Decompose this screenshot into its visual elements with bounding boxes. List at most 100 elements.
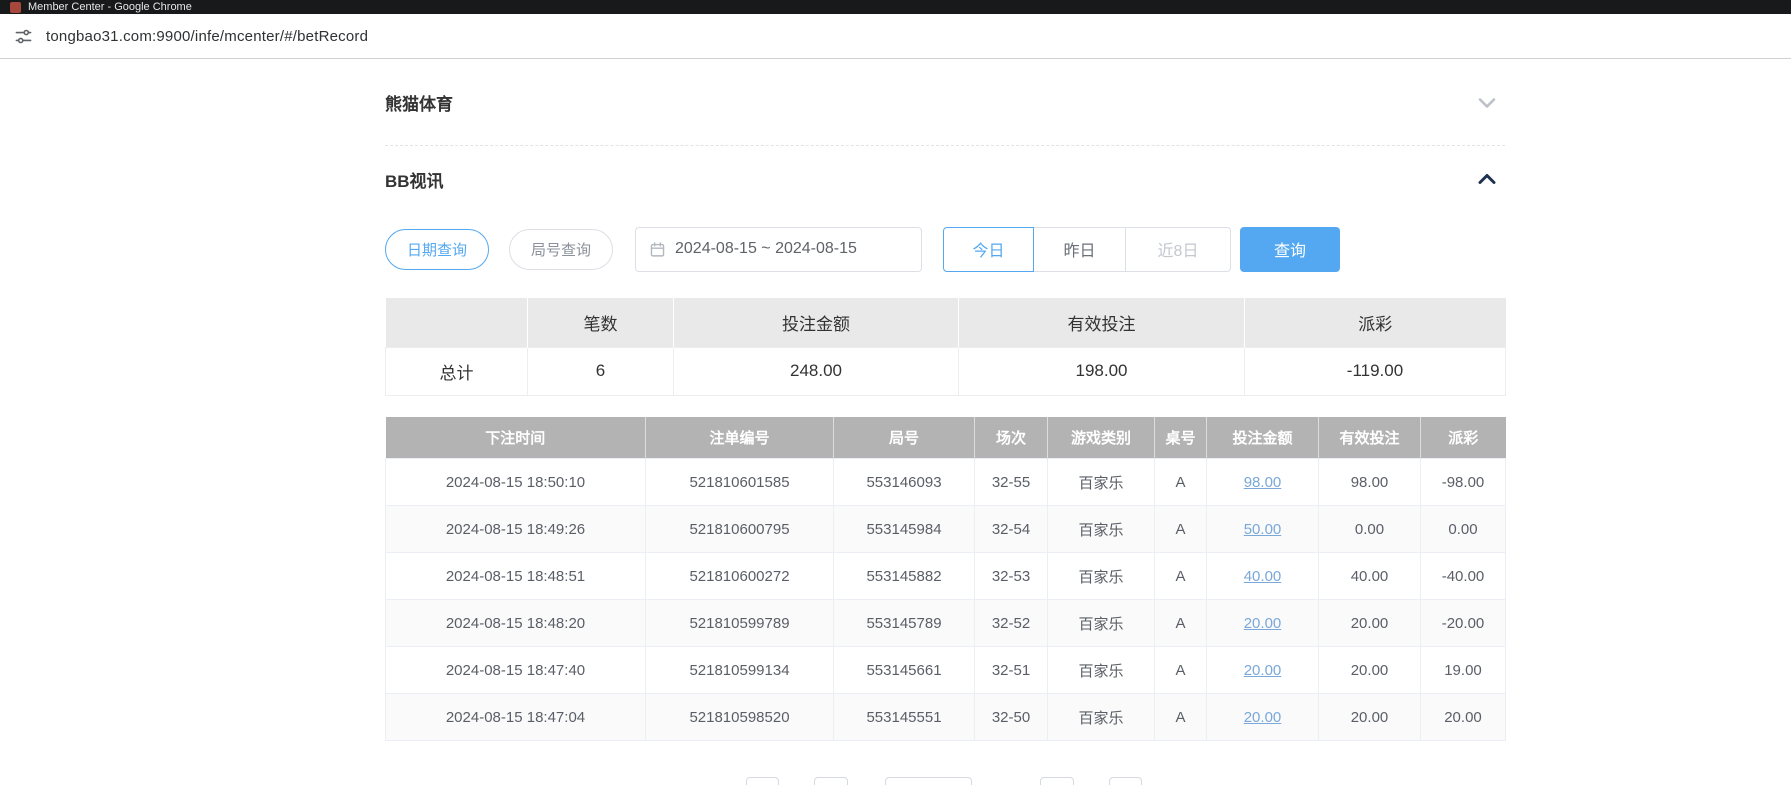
summary-header-payout: 派彩	[1245, 298, 1506, 347]
header-session: 场次	[975, 417, 1048, 459]
cell-valid-bet: 40.00	[1319, 553, 1421, 600]
cell-payout: -40.00	[1421, 553, 1506, 600]
header-bet-amount: 投注金额	[1207, 417, 1319, 459]
yesterday-button[interactable]: 昨日	[1034, 227, 1126, 272]
last-8-days-button[interactable]: 近8日	[1126, 227, 1231, 272]
section-bb-title: BB视讯	[385, 167, 444, 192]
address-bar[interactable]: tongbao31.com:9900/infe/mcenter/#/betRec…	[0, 14, 1791, 59]
table-row: 2024-08-15 18:48:20 521810599789 5531457…	[386, 600, 1506, 647]
url-text[interactable]: tongbao31.com:9900/infe/mcenter/#/betRec…	[46, 28, 368, 45]
cell-bet-amount: 20.00	[1207, 600, 1319, 647]
summary-header-valid-bet: 有效投注	[959, 298, 1245, 347]
cell-game-type: 百家乐	[1048, 647, 1155, 694]
pagination-page-button[interactable]	[814, 777, 848, 785]
cell-valid-bet: 20.00	[1319, 600, 1421, 647]
cell-session: 32-51	[975, 647, 1048, 694]
window-title: Member Center - Google Chrome	[28, 0, 192, 14]
window-favicon	[10, 2, 21, 13]
summary-total-label: 总计	[386, 347, 528, 395]
calendar-icon	[649, 241, 666, 258]
cell-round-no: 553145661	[834, 647, 975, 694]
pagination	[385, 777, 1505, 785]
cell-payout: -98.00	[1421, 459, 1506, 506]
cell-table-no: A	[1155, 553, 1207, 600]
window-titlebar: Member Center - Google Chrome	[0, 0, 1791, 14]
section-panda-sports[interactable]: 熊猫体育	[385, 60, 1505, 146]
cell-bet-amount: 20.00	[1207, 694, 1319, 741]
cell-bet-time: 2024-08-15 18:47:04	[386, 694, 646, 741]
summary-total-row: 总计 6 248.00 198.00 -119.00	[386, 347, 1506, 395]
bet-amount-link[interactable]: 20.00	[1244, 662, 1282, 679]
summary-header-bet-amount: 投注金额	[674, 298, 959, 347]
header-table-no: 桌号	[1155, 417, 1207, 459]
summary-payout-value: -119.00	[1245, 347, 1506, 395]
site-info-icon[interactable]	[14, 27, 33, 46]
cell-bet-amount: 50.00	[1207, 506, 1319, 553]
cell-bet-amount: 20.00	[1207, 647, 1319, 694]
bet-record-table: 下注时间 注单编号 局号 场次 游戏类别 桌号 投注金额 有效投注 派彩 202…	[385, 417, 1506, 742]
cell-table-no: A	[1155, 459, 1207, 506]
search-button[interactable]: 查询	[1240, 227, 1340, 272]
pagination-size-select[interactable]	[885, 777, 972, 785]
chevron-up-icon[interactable]	[1475, 167, 1505, 191]
summary-header-row: 笔数 投注金额 有效投注 派彩	[386, 298, 1506, 347]
header-round-no: 局号	[834, 417, 975, 459]
table-row: 2024-08-15 18:47:40 521810599134 5531456…	[386, 647, 1506, 694]
header-game-type: 游戏类别	[1048, 417, 1155, 459]
filter-row: 日期查询 局号查询 2024-08-15 ~ 2024-08-15 今日 昨日 …	[385, 226, 1505, 272]
bet-amount-link[interactable]: 20.00	[1244, 615, 1282, 632]
cell-order-no: 521810601585	[646, 459, 834, 506]
bet-amount-link[interactable]: 98.00	[1244, 474, 1282, 491]
cell-game-type: 百家乐	[1048, 694, 1155, 741]
cell-table-no: A	[1155, 506, 1207, 553]
date-range-input[interactable]: 2024-08-15 ~ 2024-08-15	[635, 227, 922, 272]
header-payout: 派彩	[1421, 417, 1506, 459]
cell-bet-amount: 40.00	[1207, 553, 1319, 600]
cell-payout: -20.00	[1421, 600, 1506, 647]
cell-game-type: 百家乐	[1048, 459, 1155, 506]
cell-game-type: 百家乐	[1048, 553, 1155, 600]
chevron-down-icon[interactable]	[1475, 91, 1505, 115]
cell-round-no: 553145551	[834, 694, 975, 741]
section-bb-video[interactable]: BB视讯	[385, 146, 1505, 212]
pagination-prev-button[interactable]	[746, 777, 779, 785]
summary-header-blank	[386, 298, 528, 347]
cell-table-no: A	[1155, 694, 1207, 741]
cell-bet-time: 2024-08-15 18:48:51	[386, 553, 646, 600]
cell-valid-bet: 20.00	[1319, 694, 1421, 741]
cell-session: 32-53	[975, 553, 1048, 600]
cell-valid-bet: 20.00	[1319, 647, 1421, 694]
pagination-jump-button[interactable]	[1109, 777, 1142, 785]
cell-session: 32-54	[975, 506, 1048, 553]
content-container: 熊猫体育 BB视讯 日期查询 局号查询	[385, 60, 1505, 785]
round-query-button[interactable]: 局号查询	[509, 229, 613, 270]
cell-round-no: 553145789	[834, 600, 975, 647]
bet-amount-link[interactable]: 40.00	[1244, 568, 1282, 585]
summary-count-value: 6	[528, 347, 674, 395]
cell-order-no: 521810598520	[646, 694, 834, 741]
today-button[interactable]: 今日	[943, 227, 1034, 272]
table-row: 2024-08-15 18:49:26 521810600795 5531459…	[386, 506, 1506, 553]
cell-round-no: 553145984	[834, 506, 975, 553]
quick-range-group: 今日 昨日 近8日	[943, 227, 1231, 272]
bet-amount-link[interactable]: 20.00	[1244, 709, 1282, 726]
cell-game-type: 百家乐	[1048, 506, 1155, 553]
bet-amount-link[interactable]: 50.00	[1244, 521, 1282, 538]
date-query-button[interactable]: 日期查询	[385, 229, 489, 270]
cell-order-no: 521810600795	[646, 506, 834, 553]
table-row: 2024-08-15 18:50:10 521810601585 5531460…	[386, 459, 1506, 506]
cell-order-no: 521810599134	[646, 647, 834, 694]
date-range-value: 2024-08-15 ~ 2024-08-15	[675, 240, 857, 258]
table-row: 2024-08-15 18:47:04 521810598520 5531455…	[386, 694, 1506, 741]
cell-bet-time: 2024-08-15 18:48:20	[386, 600, 646, 647]
summary-bet-amount-value: 248.00	[674, 347, 959, 395]
summary-table: 笔数 投注金额 有效投注 派彩 总计 6 248.00 198.00 -119.…	[385, 298, 1506, 396]
cell-bet-amount: 98.00	[1207, 459, 1319, 506]
cell-bet-time: 2024-08-15 18:47:40	[386, 647, 646, 694]
header-bet-time: 下注时间	[386, 417, 646, 459]
header-order-no: 注单编号	[646, 417, 834, 459]
cell-round-no: 553145882	[834, 553, 975, 600]
cell-payout: 20.00	[1421, 694, 1506, 741]
pagination-next-button[interactable]	[1040, 777, 1074, 785]
cell-valid-bet: 98.00	[1319, 459, 1421, 506]
